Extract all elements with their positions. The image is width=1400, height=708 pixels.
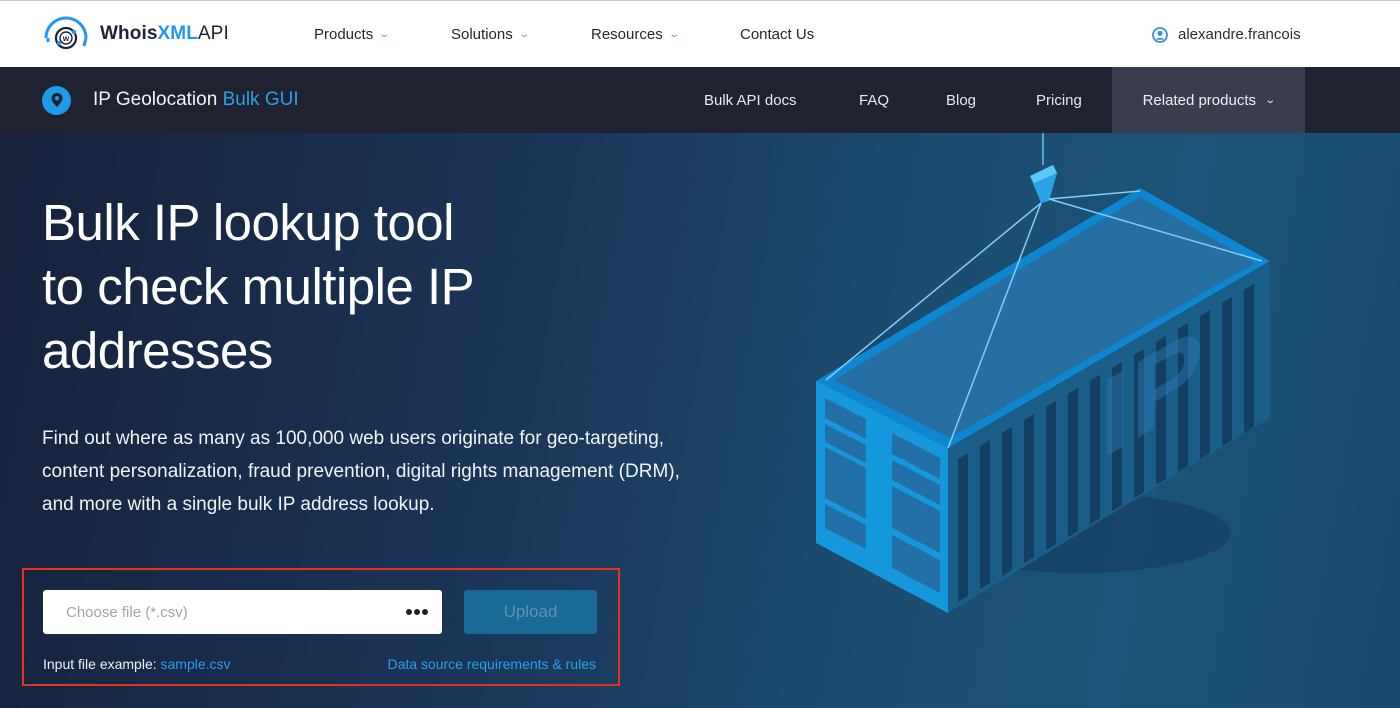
shipping-container-illustration: IP bbox=[816, 133, 1270, 613]
related-products-label: Related products bbox=[1142, 91, 1256, 109]
upload-form: Choose file (*.csv) Upload Input file ex… bbox=[22, 568, 620, 686]
svg-text:w: w bbox=[62, 34, 70, 43]
upload-button[interactable]: Upload bbox=[464, 590, 597, 634]
input-file-example: Input file example: sample.csv bbox=[43, 656, 231, 672]
chevron-down-icon: ⌄ bbox=[518, 29, 530, 40]
product-brand[interactable]: IP Geolocation Bulk GUI bbox=[42, 67, 299, 133]
hero-title-line: Bulk IP lookup tool bbox=[42, 194, 455, 251]
top-navbar: w WhoisXMLAPI Products ⌄ Solutions ⌄ Res… bbox=[0, 0, 1400, 67]
chevron-down-icon: ⌄ bbox=[668, 29, 680, 40]
nav-contact-label: Contact Us bbox=[740, 26, 815, 43]
username: alexandre.francois bbox=[1178, 26, 1301, 43]
nav-blog-label: Blog bbox=[946, 91, 977, 109]
hero-description-line: Find out where as many as 100,000 web us… bbox=[42, 428, 665, 449]
hero-title-line: to check multiple IP bbox=[42, 258, 475, 315]
nav-faq-label: FAQ bbox=[859, 91, 890, 109]
file-chooser-input[interactable]: Choose file (*.csv) bbox=[43, 590, 442, 634]
logo[interactable]: w WhoisXMLAPI bbox=[42, 16, 229, 52]
user-menu[interactable]: alexandre.francois bbox=[1152, 1, 1301, 68]
nav-pricing[interactable]: Pricing bbox=[1036, 67, 1082, 133]
data-source-rules-link[interactable]: Data source requirements & rules bbox=[387, 656, 596, 672]
chevron-down-icon: ⌄ bbox=[1264, 94, 1277, 106]
nav-solutions[interactable]: Solutions ⌄ bbox=[451, 1, 530, 68]
sample-csv-link[interactable]: sample.csv bbox=[161, 656, 231, 672]
nav-faq[interactable]: FAQ bbox=[859, 67, 889, 133]
hero-title-line: addresses bbox=[42, 322, 273, 379]
nav-resources[interactable]: Resources ⌄ bbox=[591, 1, 680, 68]
related-products-dropdown[interactable]: Related products ⌄ bbox=[1112, 67, 1305, 133]
hero-title: Bulk IP lookup tool to check multiple IP… bbox=[42, 191, 475, 383]
product-navbar: IP Geolocation Bulk GUI Bulk API docs FA… bbox=[0, 67, 1400, 133]
product-title: IP Geolocation Bulk GUI bbox=[93, 89, 299, 110]
nav-contact-us[interactable]: Contact Us bbox=[740, 1, 814, 68]
chevron-down-icon: ⌄ bbox=[378, 29, 391, 40]
nav-bulk-api-docs[interactable]: Bulk API docs bbox=[704, 67, 797, 133]
hero-description: Find out where as many as 100,000 web us… bbox=[42, 422, 742, 521]
more-dots-icon[interactable] bbox=[406, 609, 428, 615]
hero-section: Bulk IP lookup tool to check multiple IP… bbox=[0, 133, 1400, 708]
hero-description-line: and more with a single bulk IP address l… bbox=[42, 494, 435, 515]
nav-solutions-label: Solutions bbox=[451, 26, 513, 43]
nav-pricing-label: Pricing bbox=[1036, 91, 1082, 109]
nav-blog[interactable]: Blog bbox=[946, 67, 976, 133]
logo-text: WhoisXMLAPI bbox=[100, 23, 229, 44]
hero-description-line: content personalization, fraud preventio… bbox=[42, 461, 680, 482]
nav-products-label: Products bbox=[314, 26, 374, 43]
nav-products[interactable]: Products ⌄ bbox=[314, 1, 391, 68]
nav-bulk-api-docs-label: Bulk API docs bbox=[704, 91, 797, 109]
nav-resources-label: Resources bbox=[591, 26, 663, 43]
user-circle-icon bbox=[1152, 26, 1168, 43]
file-placeholder: Choose file (*.csv) bbox=[66, 603, 188, 621]
example-label: Input file example: bbox=[43, 656, 157, 672]
location-pin-icon bbox=[42, 85, 71, 115]
whoisxml-logo-icon: w bbox=[44, 16, 88, 50]
